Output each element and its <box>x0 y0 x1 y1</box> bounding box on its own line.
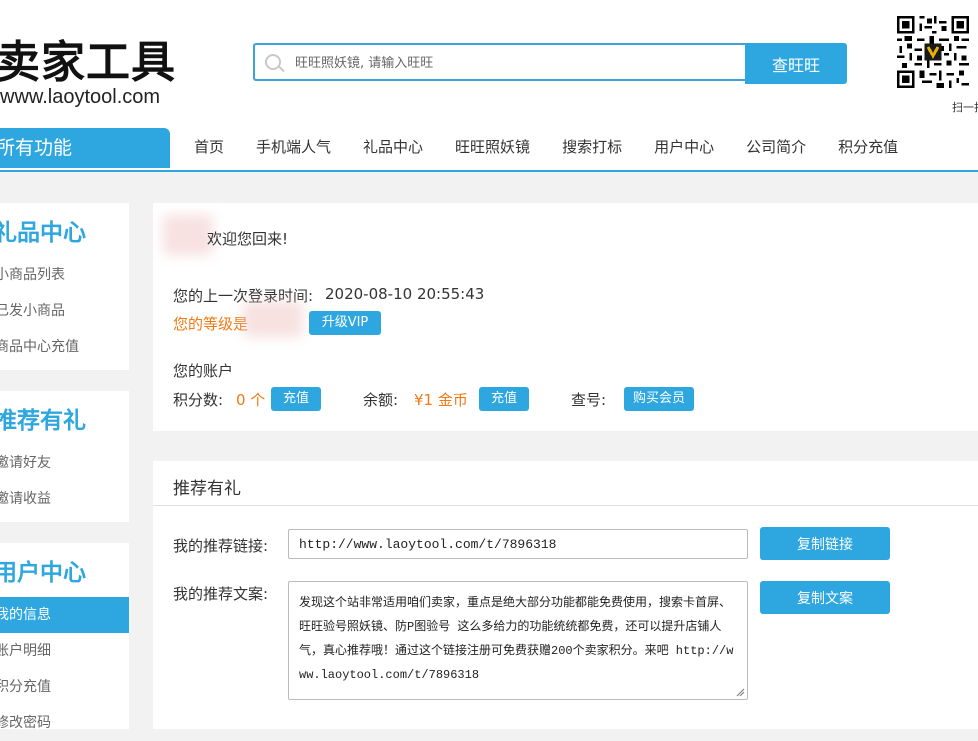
balance-recharge-button[interactable]: 充值 <box>479 387 529 411</box>
sidebar-user-center: 用户中心 我的信息 账户明细 积分充值 修改密码 <box>0 543 129 731</box>
buy-member-button[interactable]: 购买会员 <box>624 387 694 411</box>
brand-url[interactable]: www.laoytool.com <box>0 86 160 109</box>
balance-label: 余额: <box>363 391 399 409</box>
nav-item-points-recharge[interactable]: 积分充值 <box>822 128 914 168</box>
referral-link-field[interactable]: http://www.laoytool.com/t/7896318 <box>288 529 748 559</box>
sidebar-item-invite-friends[interactable]: 邀请好友 <box>0 445 129 481</box>
sidebar-item-gift-list[interactable]: 小商品列表 <box>0 257 129 293</box>
balance-value: ¥1 金币 <box>414 391 468 409</box>
sidebar-referral: 推荐有礼 邀请好友 邀请收益 <box>0 391 129 522</box>
qr-caption: 扫一扫 <box>952 101 978 114</box>
brand-title[interactable]: 卖家工具 <box>0 38 176 88</box>
sidebar-user-title: 用户中心 <box>0 560 86 586</box>
search-icon <box>265 54 281 70</box>
level-blurred <box>243 301 303 337</box>
username-blurred <box>163 215 213 255</box>
nav-item-gift-center[interactable]: 礼品中心 <box>347 128 439 168</box>
query-label: 查号: <box>571 391 607 409</box>
sidebar-item-points-recharge[interactable]: 积分充值 <box>0 669 129 705</box>
referral-title: 推荐有礼 <box>173 479 241 499</box>
nav-item-user-center[interactable]: 用户中心 <box>638 128 730 168</box>
main-nav: 所有功能 首页 手机端人气 礼品中心 旺旺照妖镜 搜索打标 用户中心 公司简介 … <box>0 128 978 172</box>
level-label: 您的等级是 <box>173 315 249 333</box>
points-recharge-button[interactable]: 充值 <box>271 387 321 411</box>
resize-handle-icon[interactable] <box>736 688 745 697</box>
sidebar-item-my-info[interactable]: 我的信息 <box>0 597 129 633</box>
nav-item-home[interactable]: 首页 <box>178 128 240 168</box>
nav-item-wangwang-mirror[interactable]: 旺旺照妖镜 <box>439 128 546 168</box>
sidebar-referral-title: 推荐有礼 <box>0 408 86 434</box>
site-header: 卖家工具 www.laoytool.com 查旺旺 扫一扫 <box>0 0 978 128</box>
search-button[interactable]: 查旺旺 <box>745 43 847 84</box>
account-label: 您的账户 <box>173 362 234 380</box>
all-functions-menu[interactable]: 所有功能 <box>0 128 170 168</box>
referral-header: 推荐有礼 <box>153 461 978 506</box>
nav-item-search-tag[interactable]: 搜索打标 <box>546 128 638 168</box>
referral-copy-label: 我的推荐文案: <box>173 585 269 603</box>
welcome-text: 欢迎您回来! <box>207 230 289 248</box>
sidebar-item-invite-earnings[interactable]: 邀请收益 <box>0 481 129 517</box>
sidebar-gift-title: 礼品中心 <box>0 220 86 246</box>
referral-copy-textarea[interactable]: 发现这个站非常适用咱们卖家，重点是绝大部分功能都能免费使用，搜索卡首屏、旺旺验号… <box>288 581 748 700</box>
sidebar-item-my-info-label: 我的信息 <box>0 607 51 623</box>
last-login-value: 2020-08-10 20:55:43 <box>325 285 485 303</box>
qr-code-icon <box>897 16 969 88</box>
referral-link-value: http://www.laoytool.com/t/7896318 <box>299 537 557 552</box>
sidebar-gift-center: 礼品中心 小商品列表 已发小商品 商品中心充值 <box>0 203 129 370</box>
search-input[interactable] <box>293 45 737 81</box>
referral-copy-text: 发现这个站非常适用咱们卖家，重点是绝大部分功能都能免费使用，搜索卡首屏、旺旺验号… <box>299 596 734 682</box>
upgrade-vip-button[interactable]: 升级VIP <box>309 311 381 335</box>
referral-link-label: 我的推荐链接: <box>173 537 269 555</box>
search-box <box>253 43 745 81</box>
sidebar-item-gift-recharge[interactable]: 商品中心充值 <box>0 329 129 365</box>
sidebar-item-gift-sent[interactable]: 已发小商品 <box>0 293 129 329</box>
copy-text-button[interactable]: 复制文案 <box>760 581 890 614</box>
nav-item-company[interactable]: 公司简介 <box>730 128 822 168</box>
copy-link-button[interactable]: 复制链接 <box>760 527 890 560</box>
nav-items: 首页 手机端人气 礼品中心 旺旺照妖镜 搜索打标 用户中心 公司简介 积分充值 <box>178 128 914 168</box>
referral-panel: 推荐有礼 我的推荐链接: http://www.laoytool.com/t/7… <box>153 461 978 729</box>
points-label: 积分数: <box>173 391 224 409</box>
all-functions-label: 所有功能 <box>0 137 73 159</box>
points-value: 0 个 <box>236 391 266 409</box>
account-panel: 欢迎您回来! 您的上一次登录时间: 2020-08-10 20:55:43 您的… <box>153 203 978 431</box>
nav-item-mobile-popularity[interactable]: 手机端人气 <box>240 128 347 168</box>
sidebar-item-change-password[interactable]: 修改密码 <box>0 705 129 741</box>
sidebar-item-account-details[interactable]: 账户明细 <box>0 633 129 669</box>
